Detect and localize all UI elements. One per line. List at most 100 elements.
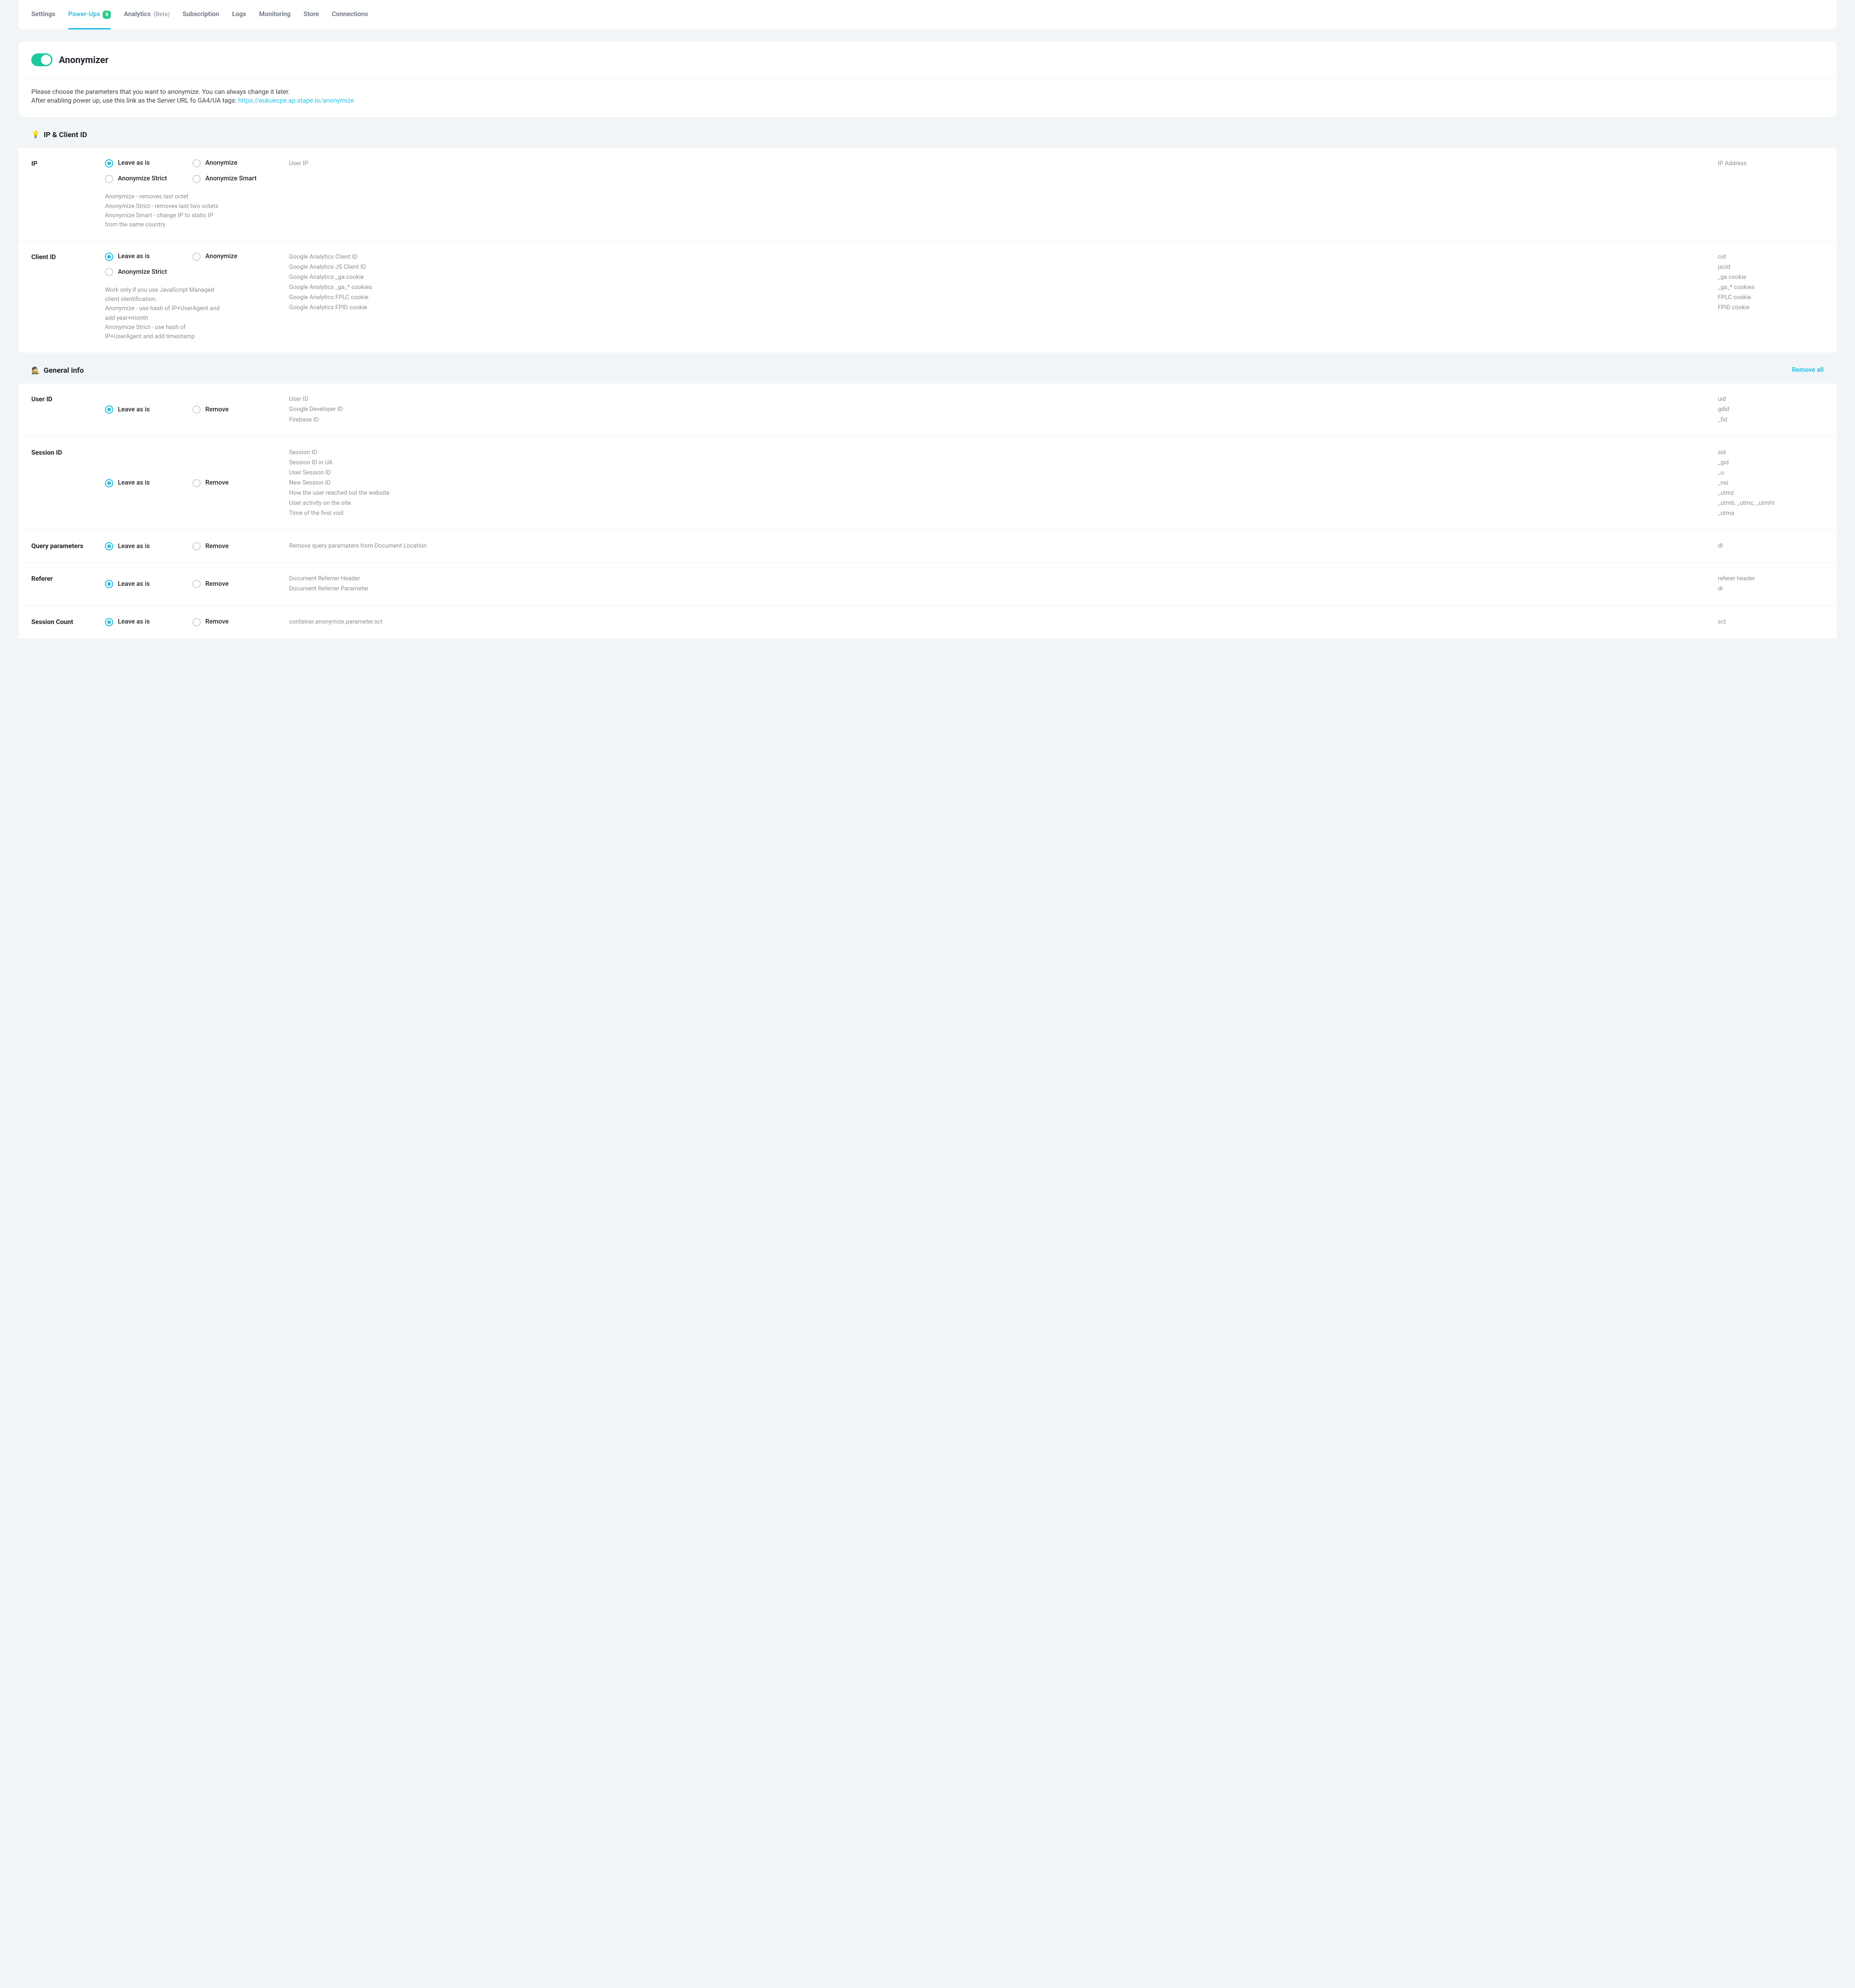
- radio-option[interactable]: Remove: [192, 394, 280, 425]
- radio-icon: [105, 618, 113, 626]
- param-row: Referer Leave as is Remove Document Referre…: [18, 562, 1837, 605]
- radio-option[interactable]: Leave as is: [105, 574, 192, 594]
- panel-info: Please choose the parameters that you wa…: [18, 78, 1837, 117]
- param-keys: dl: [1718, 541, 1824, 551]
- param-label: Session ID: [31, 448, 96, 519]
- radio-option[interactable]: Anonymize Strict: [105, 174, 192, 184]
- radio-option[interactable]: Leave as is: [105, 617, 192, 627]
- param-descriptions: container.anonymize.parameter.sct: [289, 617, 1709, 627]
- section-header: 💡IP & Client ID: [18, 117, 1837, 147]
- tab-badge: 6: [103, 11, 111, 19]
- param-row: Session CountLeave as isRemovecontainer.…: [18, 606, 1837, 638]
- param-keys: referer headerdr: [1718, 574, 1824, 594]
- tab-connections[interactable]: Connections: [332, 0, 368, 29]
- param-label: Query parameters: [31, 541, 96, 551]
- param-options: Leave as is Anonymize Anonymize Strict Work…: [105, 252, 280, 341]
- radio-icon: [105, 159, 113, 168]
- param-help: Anonymize - removes last octet Anonymize…: [105, 192, 220, 230]
- param-descriptions: Document Referrer HeaderDocument Referre…: [289, 574, 1709, 594]
- radio-icon: [105, 542, 113, 550]
- radio-icon: [105, 175, 113, 183]
- param-options: Leave as is Remove: [105, 617, 280, 627]
- radio-option[interactable]: Anonymize: [192, 159, 280, 168]
- tab-store[interactable]: Store: [303, 0, 319, 29]
- tab-label: Power-Ups: [68, 10, 100, 19]
- param-row: Session IDLeave as is Remove Session IDSes…: [18, 436, 1837, 530]
- param-options: Leave as is Remove: [105, 448, 280, 519]
- param-descriptions: Remove query paramaters from Document Lo…: [289, 541, 1709, 551]
- param-label: User ID: [31, 394, 96, 425]
- radio-option[interactable]: Leave as is: [105, 541, 192, 551]
- param-row: IP Leave as is Anonymize Anonymize Strict An…: [18, 147, 1837, 241]
- radio-icon: [192, 253, 201, 261]
- radio-icon: [105, 253, 113, 261]
- param-keys: IP Address: [1718, 159, 1824, 230]
- tab-subscription[interactable]: Subscription: [183, 0, 219, 29]
- section-icon: 💡: [31, 130, 40, 139]
- param-descriptions: Google Analytics Client IDGoogle Analyti…: [289, 252, 1709, 341]
- tab-label: Settings: [31, 10, 55, 19]
- anonymizer-panel: Anonymizer Please choose the parameters …: [18, 41, 1837, 117]
- remove-all-button[interactable]: Remove all: [1792, 366, 1824, 375]
- radio-label: Anonymize Smart: [205, 174, 256, 184]
- panel-info-line: Please choose the parameters that you wa…: [31, 88, 1824, 97]
- tab-label: Store: [303, 10, 319, 19]
- radio-label: Leave as is: [118, 252, 150, 261]
- radio-icon: [105, 405, 113, 414]
- radio-option[interactable]: Remove: [192, 617, 280, 627]
- param-help: Work only if you use JavaScript Managed …: [105, 286, 220, 341]
- param-descriptions: User IP: [289, 159, 1709, 230]
- tab-settings[interactable]: Settings: [31, 0, 55, 29]
- tab-monitoring[interactable]: Monitoring: [259, 0, 291, 29]
- radio-option[interactable]: Remove: [192, 448, 280, 519]
- radio-label: Remove: [205, 580, 229, 589]
- radio-icon: [192, 479, 201, 487]
- radio-option[interactable]: Anonymize Strict: [105, 268, 280, 277]
- tab-label: Subscription: [183, 10, 219, 19]
- radio-label: Leave as is: [118, 159, 150, 168]
- param-keys: cidjscid_ga cookie_ga_* cookiesFPLC cook…: [1718, 252, 1824, 341]
- radio-icon: [105, 268, 113, 276]
- anonymizer-toggle[interactable]: [31, 53, 52, 66]
- radio-label: Remove: [205, 405, 229, 415]
- param-options: Leave as is Anonymize Anonymize Strict Anon…: [105, 159, 280, 230]
- section-title: 🕵️General info: [31, 365, 84, 376]
- section-icon: 🕵️: [31, 366, 40, 376]
- param-label: IP: [31, 159, 96, 230]
- radio-option[interactable]: Leave as is: [105, 448, 192, 519]
- param-descriptions: User IDGoogle Developer IDFirebase ID: [289, 394, 1709, 425]
- radio-option[interactable]: Leave as is: [105, 394, 192, 425]
- param-row: User ID Leave as is Remove User IDGoogle De…: [18, 383, 1837, 436]
- param-label: Referer: [31, 574, 96, 594]
- radio-option[interactable]: Anonymize: [192, 252, 280, 261]
- param-row: Client IDLeave as isAnonymizeAnonymize S…: [18, 241, 1837, 353]
- radio-icon: [192, 580, 201, 588]
- param-descriptions: Session IDSession ID in UAUser Session I…: [289, 448, 1709, 519]
- radio-label: Anonymize Strict: [118, 268, 167, 277]
- tab-logs[interactable]: Logs: [232, 0, 246, 29]
- radio-label: Anonymize Strict: [118, 174, 167, 184]
- panel-info-line: After enabling power up, use this link a…: [31, 97, 1824, 106]
- radio-option[interactable]: Anonymize Smart: [192, 174, 280, 184]
- radio-icon: [192, 542, 201, 550]
- tab-analytics[interactable]: Analytics(Beta): [124, 0, 170, 29]
- radio-option[interactable]: Remove: [192, 541, 280, 551]
- tab-power-ups[interactable]: Power-Ups6: [68, 0, 111, 29]
- param-keys: uidgdid_fid: [1718, 394, 1824, 425]
- radio-icon: [192, 159, 201, 168]
- server-url-link[interactable]: https://eukuecpe.ap.stape.io/anonymize: [238, 97, 354, 104]
- param-keys: sid_gid_u_nsi_utmz_utmb, _utmc, _utmht_u…: [1718, 448, 1824, 519]
- radio-icon: [105, 479, 113, 487]
- radio-option[interactable]: Leave as is: [105, 159, 192, 168]
- radio-label: Anonymize: [205, 159, 238, 168]
- section-title: 💡IP & Client ID: [31, 130, 87, 140]
- radio-option[interactable]: Leave as is: [105, 252, 192, 261]
- radio-option[interactable]: Remove: [192, 574, 280, 594]
- param-options: Leave as is Remove: [105, 574, 280, 594]
- param-keys: sct: [1718, 617, 1824, 627]
- tab-label: Analytics: [124, 10, 151, 19]
- radio-label: Remove: [205, 618, 229, 627]
- radio-label: Anonymize: [205, 252, 238, 261]
- radio-label: Remove: [205, 479, 229, 488]
- param-options: Leave as isRemove: [105, 541, 280, 551]
